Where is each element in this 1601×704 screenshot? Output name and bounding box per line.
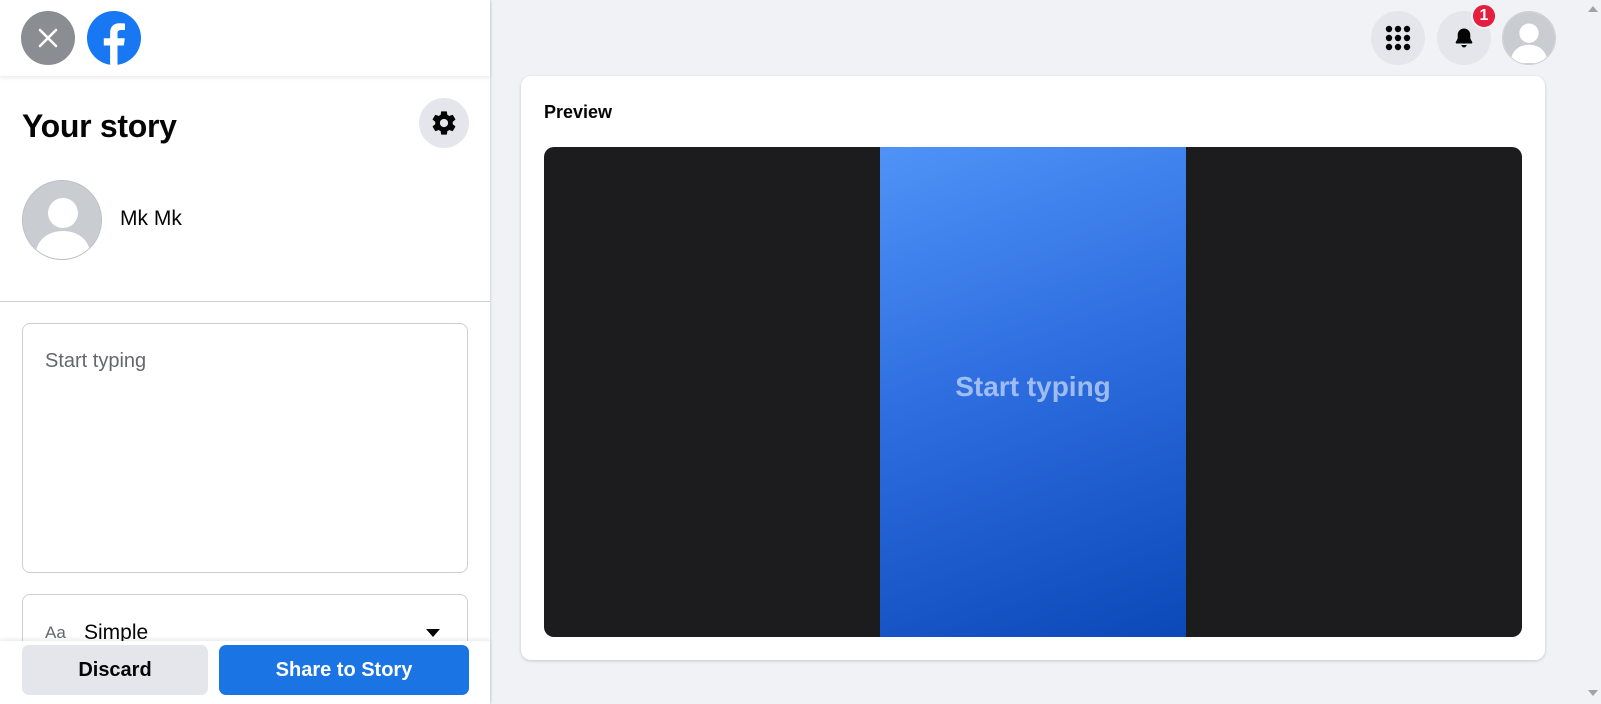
font-prefix-label: Aa [45, 623, 66, 642]
story-text-input[interactable] [22, 323, 468, 573]
notification-count-badge: 1 [1471, 3, 1497, 29]
story-preview: Start typing [880, 147, 1186, 637]
settings-button[interactable] [419, 98, 469, 148]
close-button[interactable] [21, 11, 75, 65]
scrollbar-down-arrow[interactable] [1588, 690, 1598, 696]
preview-stage: Start typing [544, 147, 1522, 637]
scrollbar-up-arrow[interactable] [1588, 6, 1598, 12]
panel-header [0, 0, 490, 76]
user-name: Mk Mk [120, 207, 182, 230]
discard-button[interactable]: Discard [22, 645, 208, 695]
avatar-icon [1503, 12, 1555, 64]
gear-icon [432, 111, 456, 135]
facebook-logo-icon[interactable] [87, 11, 141, 65]
story-preview-text: Start typing [955, 371, 1111, 402]
close-icon [38, 28, 58, 48]
share-to-story-button[interactable]: Share to Story [219, 645, 469, 695]
caret-down-icon [426, 629, 440, 637]
profile-button[interactable] [1502, 11, 1556, 65]
page-title: Your story [22, 108, 177, 144]
action-bar: Discard Share to Story [0, 641, 490, 704]
grid-menu-icon [1385, 25, 1411, 51]
user-avatar [22, 180, 102, 260]
bell-icon [1455, 28, 1473, 48]
divider [0, 301, 490, 302]
preview-card: Preview Start typing [521, 76, 1545, 660]
menu-button[interactable] [1371, 11, 1425, 65]
preview-label: Preview [544, 102, 613, 122]
default-avatar-icon [23, 181, 101, 259]
story-editor-panel: Your story Mk Mk Aa Simple Discard Share… [0, 0, 490, 704]
